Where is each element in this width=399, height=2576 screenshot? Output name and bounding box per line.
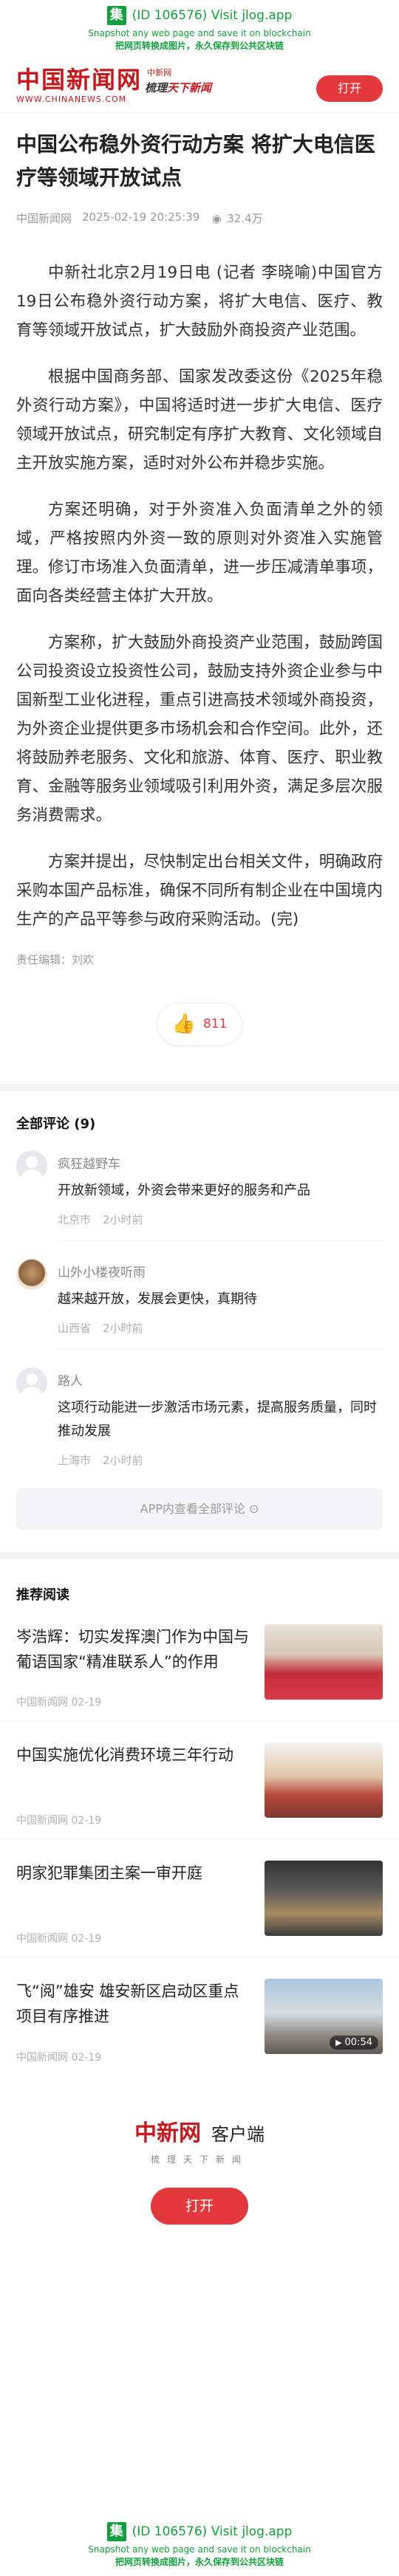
recommended-meta: 中国新闻网 02-19 <box>16 1813 250 1827</box>
recommended-date: 02-19 <box>71 1697 102 1708</box>
comments-title: 全部评论 (9) <box>16 1116 96 1132</box>
comment-time: 2小时前 <box>103 1454 143 1467</box>
like-count: 811 <box>202 1017 228 1031</box>
recommended-source: 中国新闻网 <box>16 1697 68 1708</box>
comment-text: 开放新领域，外资会带来更好的服务和产品 <box>58 1183 310 1198</box>
recommended-item[interactable]: 明家犯罪集团主案一审开庭 中国新闻网 02-19 <box>0 1861 399 1958</box>
article-title: 中国公布稳外资行动方案 将扩大电信医疗等领域开放试点 <box>16 132 375 190</box>
open-app-button-bottom[interactable]: 打开 <box>151 2188 248 2225</box>
jlog-banner-top[interactable]: 集 (ID 106576) Visit jlog.app Snapshot an… <box>0 0 399 58</box>
article-datetime: 2025-02-19 20:25:39 <box>82 210 200 224</box>
eye-icon: ◉ <box>211 212 222 225</box>
recommended-meta: 中国新闻网 02-19 <box>16 2050 250 2064</box>
article-body: 中新社北京2月19日电 (记者 李晓喻)中国官方19日公布稳外资行动方案，将扩大… <box>16 258 383 934</box>
jlog-sub-cn: 把网页转换成图片，永久保存到公共区块链 <box>115 41 284 51</box>
jlog-logo-icon: 集 <box>106 6 126 25</box>
avatar[interactable] <box>16 1259 47 1290</box>
comment-meta: 上海市 2小时前 <box>58 1452 383 1468</box>
article-source: 中国新闻网 <box>16 212 72 225</box>
recommended-thumbnail[interactable]: ▶ 00:54 <box>265 1979 383 2054</box>
brand-cn: 中国新闻网 <box>16 66 143 94</box>
recommended-item[interactable]: 中国实施优化消费环境三年行动 中国新闻网 02-19 <box>0 1742 399 1840</box>
avatar[interactable] <box>16 1150 47 1181</box>
recommended-date: 02-19 <box>71 2052 102 2064</box>
comment-time: 2小时前 <box>103 1213 143 1226</box>
comment-author[interactable]: 山外小楼夜听雨 <box>58 1262 383 1280</box>
comment-text: 越来越开放，发展会更快，真期待 <box>58 1291 257 1307</box>
recommended-headline[interactable]: 中国实施优化消费环境三年行动 <box>16 1742 250 1768</box>
recommended-headline[interactable]: 飞“阅”雄安 雄安新区启动区重点项目有序推进 <box>16 1979 250 2029</box>
recommended-meta: 中国新闻网 02-19 <box>16 1931 250 1945</box>
article-editor: 责任编辑：刘欢 <box>16 953 95 966</box>
comment-location: 山西省 <box>58 1322 92 1335</box>
recommended-thumbnail[interactable] <box>265 1624 383 1700</box>
comment-item: 山外小楼夜听雨 越来越开放，发展会更快，真期待 山西省 2小时前 <box>0 1259 399 1336</box>
play-icon: ▶ <box>335 2038 342 2047</box>
recommended-meta: 中国新闻网 02-19 <box>16 1694 250 1709</box>
video-duration-badge: ▶ 00:54 <box>330 2036 378 2050</box>
comment-text: 这项行动能进一步激活市场元素，提高服务质量，同时推动发展 <box>58 1400 377 1439</box>
comment-author[interactable]: 路人 <box>58 1370 383 1389</box>
article-paragraph: 方案还明确，对于外资准入负面清单之外的领域，严格按照内外资一致的原则对外资准入实… <box>16 501 383 605</box>
article-views: 32.4万 <box>227 212 263 225</box>
video-duration: 00:54 <box>344 2037 372 2048</box>
recommended-item[interactable]: 飞“阅”雄安 雄安新区启动区重点项目有序推进 中国新闻网 02-19 ▶ 00:5… <box>0 1979 399 2076</box>
recommended-headline[interactable]: 明家犯罪集团主案一审开庭 <box>16 1861 250 1886</box>
site-header: 中国新闻网 中新网 WWW.CHINANEWS.COM 梳理天下新闻 打开 <box>0 58 399 113</box>
article-paragraph: 根据中国商务部、国家发改委这份《2025年稳外资行动方案》，中国将适时进一步扩大… <box>16 368 383 473</box>
section-divider <box>0 1084 399 1091</box>
like-button[interactable]: 👍 811 <box>157 1003 242 1045</box>
promo-brand: 中新网 <box>134 2120 201 2146</box>
comment-meta: 北京市 2小时前 <box>58 1212 383 1227</box>
article-paragraph: 方案称，扩大鼓励外商投资产业范围，鼓励跨国公司投资设立投资性公司，鼓励支持外资企… <box>16 633 383 825</box>
recommended-headline[interactable]: 岑浩辉：切实发挥澳门作为中国与葡语国家“精准联系人”的作用 <box>16 1624 250 1675</box>
open-app-button[interactable]: 打开 <box>316 75 383 102</box>
comment-meta: 山西省 2小时前 <box>58 1320 383 1336</box>
jlog-sub-en: Snapshot any web page and save it on blo… <box>88 28 311 38</box>
comment-location: 上海市 <box>58 1454 92 1467</box>
recommended-date: 02-19 <box>71 1933 102 1945</box>
header-slogan: 梳理天下新闻 <box>145 80 211 95</box>
comment-author[interactable]: 疯狂越野车 <box>58 1153 383 1172</box>
recommended-date: 02-19 <box>71 1815 102 1827</box>
jlog-sub-en: Snapshot any web page and save it on blo… <box>88 2544 311 2555</box>
comment-item: 疯狂越野车 开放新领域，外资会带来更好的服务和产品 北京市 2小时前 <box>0 1150 399 1227</box>
comment-time: 2小时前 <box>103 1322 143 1335</box>
brand-tag: 中新网 <box>147 68 172 78</box>
section-divider <box>0 1552 399 1559</box>
promo-client: 客户端 <box>211 2124 265 2145</box>
article-paragraph: 方案并提出，尽快制定出台相关文件，明确政府采购本国产品标准，确保不同所有制企业在… <box>16 853 383 929</box>
recommended-item[interactable]: 岑浩辉：切实发挥澳门作为中国与葡语国家“精准联系人”的作用 中国新闻网 02-1… <box>0 1624 399 1722</box>
recommended-thumbnail[interactable] <box>265 1742 383 1818</box>
article: 中国公布稳外资行动方案 将扩大电信医疗等领域开放试点 中国新闻网 2025-02… <box>0 128 399 967</box>
avatar[interactable] <box>16 1367 47 1398</box>
jlog-main-text[interactable]: (ID 106576) Visit jlog.app <box>132 8 293 23</box>
slogan-prefix: 梳理 <box>145 81 168 95</box>
jlog-banner-bottom[interactable]: 集 (ID 106576) Visit jlog.app Snapshot an… <box>0 2516 399 2576</box>
view-all-comments-button[interactable]: APP内查看全部评论 ⊙ <box>16 1488 383 1530</box>
app-promo: 中新网 客户端 梳理天下新闻 打开 <box>0 2115 399 2225</box>
comment-location: 北京市 <box>58 1213 92 1226</box>
recommended-thumbnail[interactable] <box>265 1861 383 1936</box>
comment-divider <box>58 1349 383 1350</box>
jlog-sub-cn: 把网页转换成图片，永久保存到公共区块链 <box>115 2557 284 2567</box>
jlog-logo-icon: 集 <box>106 2522 126 2541</box>
comment-divider <box>58 1240 383 1241</box>
article-meta: 中国新闻网 2025-02-19 20:25:39 ◉ 32.4万 <box>16 210 383 226</box>
slogan-suffix: 天下新闻 <box>167 81 212 95</box>
comment-item: 路人 这项行动能进一步激活市场元素，提高服务质量，同时推动发展 上海市 2小时前 <box>0 1367 399 1468</box>
recommended-source: 中国新闻网 <box>16 1933 68 1945</box>
promo-sub: 梳理天下新闻 <box>150 2154 248 2165</box>
recommended-source: 中国新闻网 <box>16 1815 68 1827</box>
thumbs-up-icon: 👍 <box>171 1013 196 1035</box>
jlog-main-text[interactable]: (ID 106576) Visit jlog.app <box>132 2524 293 2539</box>
views-group: ◉ 32.4万 <box>210 210 263 226</box>
like-area: 👍 811 <box>0 1003 399 1045</box>
brand-en: WWW.CHINANEWS.COM <box>16 95 127 104</box>
recommended-title: 推荐阅读 <box>16 1587 69 1603</box>
recommended-source: 中国新闻网 <box>16 2052 68 2064</box>
article-paragraph: 中新社北京2月19日电 (记者 李晓喻)中国官方19日公布稳外资行动方案，将扩大… <box>16 264 383 340</box>
promo-logo: 中新网 客户端 <box>0 2115 399 2147</box>
